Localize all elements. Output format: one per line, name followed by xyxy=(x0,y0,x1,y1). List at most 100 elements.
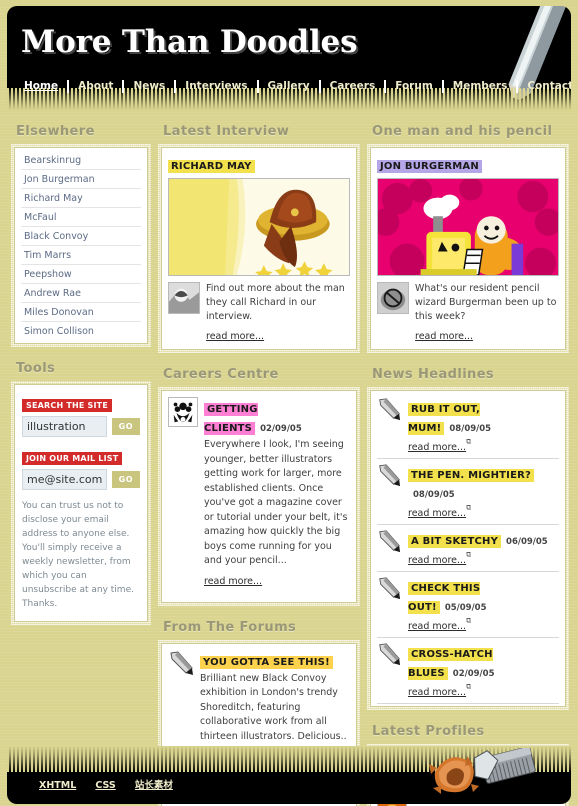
panel-heading-forums: From The Forums xyxy=(163,619,297,635)
panel-news-headlines: News Headlines RUB IT OUT, MUM!08/09/05 xyxy=(367,363,569,710)
external-link-icon: ⧉ xyxy=(466,550,472,559)
list-item[interactable]: Jon Burgerman xyxy=(21,170,141,189)
column-right: One man and his pencil JON BURGERMAN Wha… xyxy=(367,120,569,806)
site-title: More Than Doodles xyxy=(21,24,358,60)
nav-item-forum[interactable]: Forum xyxy=(386,80,444,93)
nav-item-members[interactable]: Members xyxy=(444,80,519,93)
careers-read-more[interactable]: read more... xyxy=(204,576,262,587)
external-link-icon: ⧉ xyxy=(466,682,472,691)
news-item-date: 02/09/05 xyxy=(452,669,495,679)
news-read-more[interactable]: read more... xyxy=(408,555,466,566)
nav-item-gallery[interactable]: Gallery xyxy=(259,80,321,93)
site-header: More Than Doodles Home About News Interv… xyxy=(7,6,571,110)
pencil-icon xyxy=(379,464,401,487)
list-item[interactable]: Richard May xyxy=(21,189,141,208)
elsewhere-frame: Bearskinrug Jon Burgerman Richard May Mc… xyxy=(11,144,151,347)
search-input[interactable] xyxy=(22,416,107,437)
elsewhere-link-bearskinrug[interactable]: Bearskinrug xyxy=(21,151,141,169)
panel-careers-centre: Careers Centre GETTING CLIENTS 02/09/05 … xyxy=(158,363,360,606)
list-item[interactable]: McFaul xyxy=(21,208,141,227)
nav-item-home[interactable]: Home xyxy=(15,80,70,93)
list-item[interactable]: Simon Collison xyxy=(21,322,141,340)
privacy-note: You can trust us not to disclose your em… xyxy=(22,501,134,609)
search-label: SEARCH THE SITE xyxy=(22,399,112,412)
panel-tools: Tools SEARCH THE SITE GO JOIN OUR MAIL L… xyxy=(11,357,151,625)
news-frame: RUB IT OUT, MUM!08/09/05 read more...⧉ xyxy=(367,387,569,710)
cowboy-hat-illustration xyxy=(168,178,350,276)
table-row: CROSS-HATCH BLUES 02/09/05 read more...⧉ xyxy=(377,638,559,704)
elsewhere-link-tim-marrs[interactable]: Tim Marrs xyxy=(21,246,141,264)
site-footer: XHTML CSS 站长素材 xyxy=(7,746,571,804)
nav-item-contact[interactable]: Contact xyxy=(518,80,571,93)
nav-item-about[interactable]: About xyxy=(69,80,125,93)
list-item[interactable]: Miles Donovan xyxy=(21,303,141,322)
elsewhere-link-jon-burgerman[interactable]: Jon Burgerman xyxy=(21,170,141,188)
search-go-button[interactable]: GO xyxy=(111,418,140,435)
careers-item: GETTING CLIENTS 02/09/05 Everywhere I loo… xyxy=(168,397,350,588)
panel-heading-careers: Careers Centre xyxy=(163,367,279,382)
interview-read-more[interactable]: read more... xyxy=(206,331,264,342)
elsewhere-body: Bearskinrug Jon Burgerman Richard May Mc… xyxy=(14,147,148,344)
jon-burgerman-portrait-thumbnail xyxy=(377,282,409,314)
mail-go-button[interactable]: GO xyxy=(111,471,140,488)
panel-heading-tools: Tools xyxy=(16,361,56,376)
panel-heading-elsewhere: Elsewhere xyxy=(16,124,95,139)
main-navigation[interactable]: Home About News Interviews Gallery Caree… xyxy=(15,80,571,93)
list-item[interactable]: Tim Marrs xyxy=(21,246,141,265)
careers-item-date: 02/09/05 xyxy=(260,424,302,434)
list-item[interactable]: Bearskinrug xyxy=(21,151,141,170)
email-field[interactable] xyxy=(22,469,107,490)
elsewhere-link-miles-donovan[interactable]: Miles Donovan xyxy=(21,303,141,321)
external-link-icon: ⧉ xyxy=(466,616,472,625)
careers-item-body-text: Everywhere I look, I'm seeing younger, b… xyxy=(204,439,348,566)
table-row: THE PEN. MIGHTIER? 08/09/05 read more...⧉ xyxy=(377,459,559,525)
footer-links[interactable]: XHTML CSS 站长素材 xyxy=(39,773,187,792)
list-item[interactable]: Andrew Rae xyxy=(21,284,141,303)
news-item-date: 05/09/05 xyxy=(444,603,487,613)
footer-link-xhtml[interactable]: XHTML xyxy=(39,780,76,791)
news-read-more[interactable]: read more... xyxy=(408,621,466,632)
mail-list-row: GO xyxy=(22,469,140,490)
tools-frame: SEARCH THE SITE GO JOIN OUR MAIL LIST GO… xyxy=(11,381,151,625)
careers-body: GETTING CLIENTS 02/09/05 Everywhere I loo… xyxy=(161,390,357,603)
list-item[interactable]: Black Convoy xyxy=(21,227,141,246)
nav-item-news[interactable]: News xyxy=(124,80,177,93)
elsewhere-link-black-convoy[interactable]: Black Convoy xyxy=(21,227,141,245)
footer-link-css[interactable]: CSS xyxy=(95,780,115,791)
forum-item-text: Brilliant new Black Convoy exhibition in… xyxy=(200,672,347,742)
elsewhere-link-simon-collison[interactable]: Simon Collison xyxy=(21,322,141,340)
pencil-sharpener-icon xyxy=(429,748,536,794)
news-read-more[interactable]: read more... xyxy=(408,508,466,519)
external-link-icon: ⧉ xyxy=(466,503,472,512)
panel-heading-latest-interview: Latest Interview xyxy=(163,124,290,139)
panel-heading-profiles: Latest Profiles xyxy=(372,724,485,739)
careers-item-title: GETTING CLIENTS xyxy=(204,403,258,435)
latest-interview-body: RICHARD MAY Find out more about the man … xyxy=(161,147,357,350)
column-middle: Latest Interview RICHARD MAY Find out mo… xyxy=(158,120,360,806)
news-read-more[interactable]: read more... xyxy=(408,442,466,453)
footer-link-source[interactable]: 站长素材 xyxy=(135,780,173,791)
interview-subject: RICHARD MAY xyxy=(168,160,255,173)
elsewhere-link-andrew-rae[interactable]: Andrew Rae xyxy=(21,284,141,302)
table-row: A BIT SKETCHY 06/09/05 read more...⧉ xyxy=(377,525,559,572)
forum-item-title: YOU GOTTA SEE THIS! xyxy=(200,655,333,669)
panel-heading-news: News Headlines xyxy=(372,367,495,382)
elsewhere-link-mcfaul[interactable]: McFaul xyxy=(21,208,141,226)
news-item-date: 08/09/05 xyxy=(449,424,492,434)
panel-heading-one-man: One man and his pencil xyxy=(372,124,553,139)
one-man-read-more[interactable]: read more... xyxy=(415,331,473,342)
pencil-icon xyxy=(379,530,401,553)
panel-one-man-and-his-pencil: One man and his pencil JON BURGERMAN Wha… xyxy=(367,120,569,353)
elsewhere-list: Bearskinrug Jon Burgerman Richard May Mc… xyxy=(21,151,141,340)
elsewhere-link-richard-may[interactable]: Richard May xyxy=(21,189,141,207)
elsewhere-link-peepshow[interactable]: Peepshow xyxy=(21,265,141,283)
pencil-icon xyxy=(508,6,567,110)
nav-item-careers[interactable]: Careers xyxy=(321,80,387,93)
news-read-more[interactable]: read more... xyxy=(408,687,466,698)
table-row: RUB IT OUT, MUM! 08/09/05 read more...⧉ xyxy=(377,393,559,459)
pink-cartoon-illustration xyxy=(377,178,559,276)
one-man-frame: JON BURGERMAN What's our resident pencil… xyxy=(367,144,569,353)
nav-item-interviews[interactable]: Interviews xyxy=(176,80,259,93)
table-row: CHECK THIS OUT! 05/09/05 read more...⧉ xyxy=(377,572,559,638)
list-item[interactable]: Peepshow xyxy=(21,265,141,284)
